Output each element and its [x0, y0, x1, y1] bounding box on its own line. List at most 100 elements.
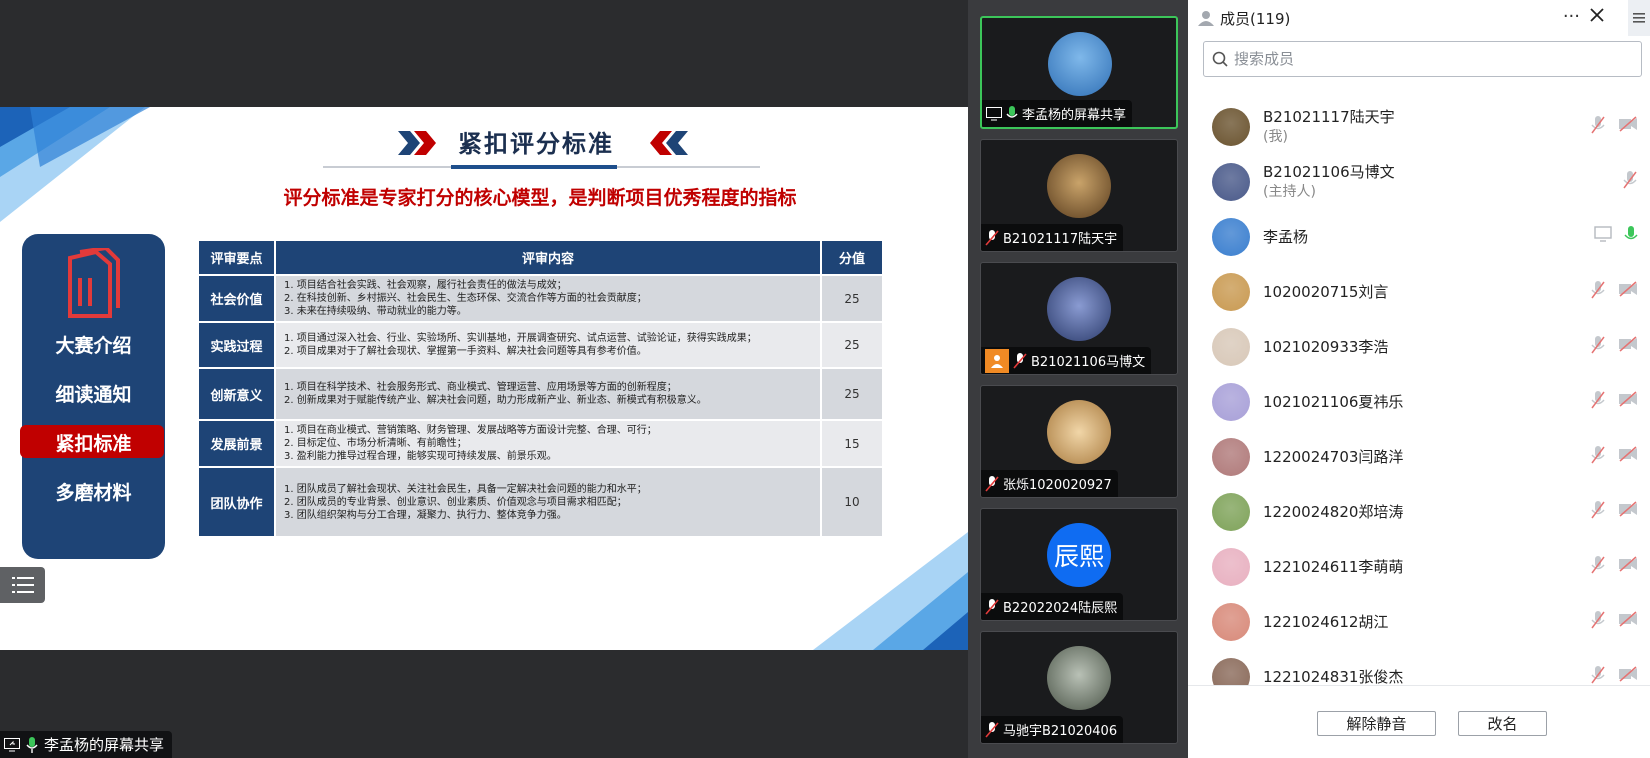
- microphone-icon[interactable]: [1624, 226, 1638, 244]
- table-header-row: 评审要点 评审内容 分值: [199, 241, 884, 274]
- microphone-muted-icon[interactable]: [1590, 336, 1606, 354]
- camera-off-icon[interactable]: [1618, 556, 1638, 572]
- screen-share-icon: [1594, 226, 1612, 242]
- list-item[interactable]: 1221024611李萌萌: [1188, 539, 1650, 594]
- table-row: 实践过程 1. 项目通过深入社会、行业、实验场所、实训基地，开展调查研究、试点运营…: [199, 323, 884, 367]
- slide-title: 紧扣评分标准: [458, 130, 614, 158]
- member-name: 1221024831张俊杰: [1263, 667, 1404, 686]
- member-status-icons: [1590, 391, 1638, 409]
- video-tile[interactable]: B21021106马博文: [980, 262, 1178, 375]
- microphone-muted-icon[interactable]: [1590, 116, 1606, 134]
- tile-name-bar: B21021117陆天宇: [981, 224, 1124, 251]
- microphone-muted-icon[interactable]: [1590, 391, 1606, 409]
- table-row: 创新意义 1. 项目在科学技术、社会服务形式、商业模式、管理运营、应用场景等方面的…: [199, 369, 884, 419]
- camera-off-icon[interactable]: [1618, 666, 1638, 682]
- search-icon: [1212, 51, 1228, 67]
- avatar: [1047, 277, 1111, 341]
- list-item[interactable]: 1220024820郑培涛: [1188, 484, 1650, 539]
- table-cell-aspect: 团队协作: [199, 468, 276, 536]
- tile-name: 张烁1020020927: [1003, 478, 1112, 493]
- video-tile[interactable]: B21021117陆天宇: [980, 139, 1178, 252]
- camera-off-icon[interactable]: [1618, 281, 1638, 297]
- list-item[interactable]: 1221024612胡江: [1188, 594, 1650, 649]
- video-tile-screen-share[interactable]: 李孟杨的屏幕共享: [980, 16, 1178, 129]
- video-tile[interactable]: 马驰宇B21020406: [980, 631, 1178, 744]
- member-panel-footer: 解除静音 改名: [1188, 685, 1650, 758]
- screen-share-icon: [986, 106, 1002, 120]
- tile-name: B21021106马博文: [1031, 355, 1146, 370]
- table-content-line: 1. 项目结合社会实践、社会观察，履行社会责任的做法与成效；: [284, 280, 567, 291]
- table-cell-content: 1. 项目在商业模式、营销策略、财务管理、发展战略等方面设计完整、合理、可行； 2…: [276, 421, 822, 466]
- member-search-box[interactable]: [1203, 41, 1642, 77]
- panel-menu-button[interactable]: [1628, 0, 1650, 36]
- table-content-line: 1. 项目在商业模式、营销策略、财务管理、发展战略等方面设计完整、合理、可行；: [284, 425, 657, 436]
- avatar: 辰熙: [1047, 523, 1111, 587]
- title-underline-accent: [451, 165, 617, 169]
- table-content-line: 2. 在科技创新、乡村振兴、社会民生、生态环保、交流合作等方面的社会贡献度；: [284, 293, 647, 304]
- table-row: 社会价值 1. 项目结合社会实践、社会观察，履行社会责任的做法与成效； 2. 在科技…: [199, 276, 884, 321]
- member-name: 1221024611李萌萌: [1263, 557, 1404, 576]
- member-name: 李孟杨: [1263, 227, 1309, 246]
- member-text: 1221024612胡江: [1263, 612, 1388, 632]
- table-cell-aspect: 发展前景: [199, 421, 276, 466]
- avatar: [1212, 547, 1250, 586]
- table-cell-score: 15: [822, 421, 884, 466]
- host-icon: [985, 348, 1009, 373]
- close-panel-button[interactable]: [1590, 6, 1604, 27]
- list-item[interactable]: B21021117陆天宇 (我): [1188, 99, 1650, 154]
- video-tiles-column: 李孟杨的屏幕共享 B21021117陆天宇 B21021106马博文 张烁102…: [968, 0, 1188, 758]
- video-tile[interactable]: 辰熙 B22022024陆辰熙: [980, 508, 1178, 621]
- microphone-muted-icon[interactable]: [1590, 281, 1606, 299]
- microphone-muted-icon[interactable]: [1590, 666, 1606, 684]
- list-item[interactable]: 1220024703闫路洋: [1188, 429, 1650, 484]
- table-header-score: 分值: [822, 241, 884, 274]
- member-search-input[interactable]: [1234, 50, 1614, 68]
- list-icon: [11, 577, 34, 593]
- slide-nav-item-intro: 大赛介绍: [55, 335, 132, 357]
- screen-share-label-text: 李孟杨的屏幕共享: [44, 736, 165, 754]
- camera-off-icon[interactable]: [1618, 391, 1638, 407]
- slide-toc-button[interactable]: [0, 567, 45, 603]
- member-status-icons: [1590, 611, 1638, 629]
- microphone-muted-icon[interactable]: [1622, 171, 1638, 189]
- member-status-icons: [1590, 556, 1638, 574]
- member-name: 1220024820郑培涛: [1263, 502, 1404, 521]
- camera-off-icon[interactable]: [1618, 116, 1638, 132]
- table-content-line: 1. 团队成员了解社会现状、关注社会民生，具备一定解决社会问题的能力和水平；: [284, 483, 647, 495]
- camera-off-icon[interactable]: [1618, 446, 1638, 462]
- table-content-line: 1. 项目通过深入社会、行业、实验场所、实训基地，开展调查研究、试点运营、试验论…: [284, 333, 757, 344]
- avatar: [1047, 400, 1111, 464]
- tile-name: B22022024陆辰熙: [1003, 601, 1118, 616]
- table-cell-score: 25: [822, 276, 884, 321]
- tile-name: B21021117陆天宇: [1003, 232, 1118, 247]
- list-item[interactable]: 1221024831张俊杰: [1188, 649, 1650, 685]
- avatar: [1047, 646, 1111, 710]
- camera-off-icon[interactable]: [1618, 611, 1638, 627]
- camera-off-icon[interactable]: [1618, 501, 1638, 517]
- slide-nav-item-standard: 紧扣标准: [55, 433, 132, 455]
- microphone-muted-icon[interactable]: [1590, 556, 1606, 574]
- microphone-muted-icon[interactable]: [1590, 446, 1606, 464]
- table-content-line: 3. 未来在持续吸纳、带动就业的能力等。: [284, 306, 467, 317]
- list-item[interactable]: 李孟杨: [1188, 209, 1650, 264]
- avatar: [1047, 154, 1111, 218]
- menu-icon: [1633, 13, 1645, 23]
- unmute-button[interactable]: 解除静音: [1317, 711, 1436, 736]
- list-item[interactable]: 1021021106夏祎乐: [1188, 374, 1650, 429]
- video-tile[interactable]: 张烁1020020927: [980, 385, 1178, 498]
- microphone-muted-icon[interactable]: [1590, 611, 1606, 629]
- title-arrow-left-icon: [398, 131, 436, 155]
- rename-button[interactable]: 改名: [1458, 711, 1547, 736]
- camera-off-icon[interactable]: [1618, 336, 1638, 352]
- tile-name-bar: B21021106马博文: [981, 347, 1152, 374]
- list-item[interactable]: B21021106马博文 (主持人): [1188, 154, 1650, 209]
- more-options-button[interactable]: ···: [1563, 6, 1580, 27]
- microphone-muted-icon[interactable]: [1590, 501, 1606, 519]
- avatar: [1212, 492, 1250, 531]
- microphone-muted-icon: [985, 475, 999, 492]
- list-item[interactable]: 1020020715刘言: [1188, 264, 1650, 319]
- table-row: 团队协作 1. 团队成员了解社会现状、关注社会民生，具备一定解决社会问题的能力和水…: [199, 468, 884, 536]
- list-item[interactable]: 1021020933李浩: [1188, 319, 1650, 374]
- avatar: [1212, 382, 1250, 421]
- table-cell-aspect: 创新意义: [199, 369, 276, 419]
